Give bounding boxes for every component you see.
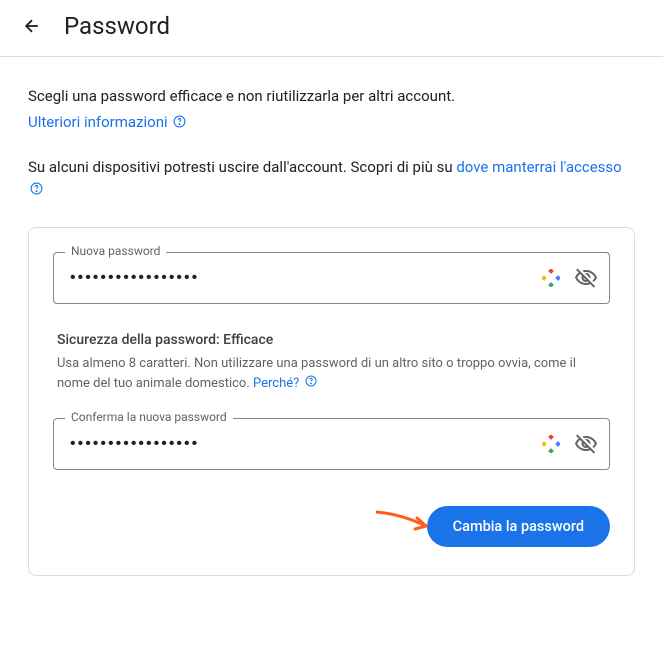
help-icon [173, 114, 186, 132]
input-icons [542, 266, 598, 290]
new-password-field-wrapper: Nuova password [53, 252, 610, 304]
logout-notice: Su alcuni dispositivi potresti uscire da… [28, 156, 635, 202]
why-link[interactable]: Perché? [253, 376, 317, 391]
arrow-left-icon [22, 16, 42, 36]
more-info-label: Ulteriori informazioni [28, 113, 168, 131]
intro-description: Scegli una password efficace e non riuti… [28, 85, 635, 108]
more-info-link[interactable]: Ulteriori informazioni [28, 113, 186, 131]
page-title: Password [64, 12, 170, 40]
password-manager-icon[interactable] [542, 269, 560, 287]
new-password-label: Nuova password [65, 244, 166, 258]
toggle-visibility-icon[interactable] [574, 266, 598, 290]
confirm-password-input[interactable] [53, 418, 610, 470]
help-icon [305, 374, 317, 394]
confirm-password-field-wrapper: Conferma la nuova password [53, 418, 610, 470]
back-button[interactable] [20, 14, 44, 38]
change-password-button[interactable]: Cambia la password [427, 506, 610, 547]
help-icon [30, 179, 43, 202]
input-icons [542, 432, 598, 456]
new-password-input[interactable] [53, 252, 610, 304]
password-strength-title: Sicurezza della password: Efficace [57, 332, 606, 348]
logout-notice-text: Su alcuni dispositivi potresti uscire da… [28, 158, 456, 176]
toggle-visibility-icon[interactable] [574, 432, 598, 456]
password-strength-description: Usa almeno 8 caratteri. Non utilizzare u… [57, 354, 606, 393]
button-row: Cambia la password [53, 506, 610, 547]
password-strength-section: Sicurezza della password: Efficace Usa a… [57, 332, 606, 393]
content-area: Scegli una password efficace e non riuti… [0, 57, 663, 576]
password-form-card: Nuova password Si [28, 227, 635, 575]
confirm-password-label: Conferma la nuova password [65, 410, 233, 424]
password-manager-icon[interactable] [542, 435, 560, 453]
page-header: Password [0, 0, 663, 57]
